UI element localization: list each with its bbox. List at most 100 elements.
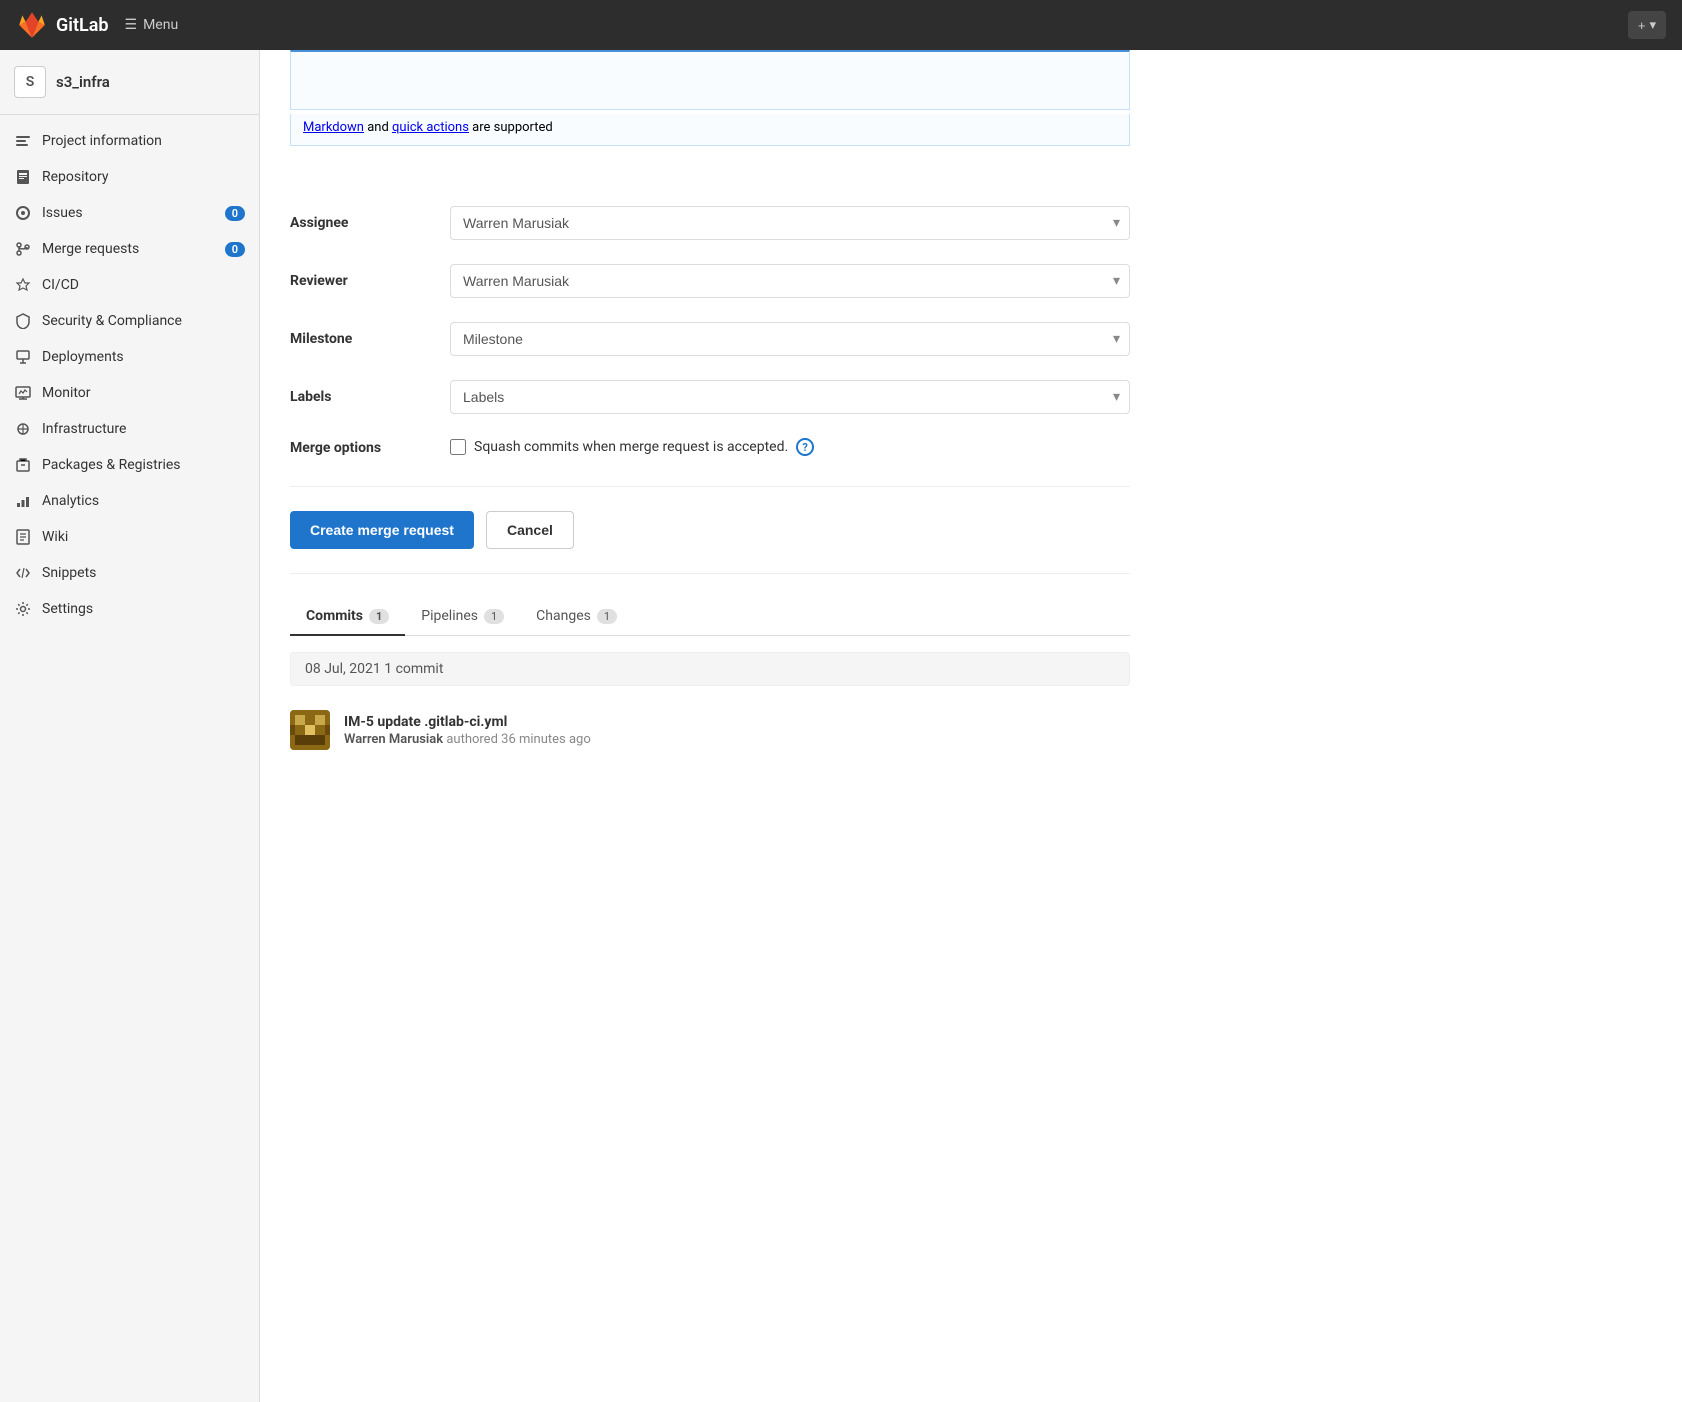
gitlab-fox-icon <box>16 9 48 41</box>
assignee-row: Assignee Warren Marusiak ▾ <box>290 206 1130 240</box>
sidebar-navigation: Project information Repository Issues 0 <box>0 115 259 635</box>
sidebar-item-deployments[interactable]: Deployments <box>0 339 259 375</box>
tab-pipelines-count: 1 <box>484 609 504 624</box>
gitlab-logo[interactable]: GitLab <box>16 9 109 41</box>
info-icon <box>14 132 32 150</box>
sidebar-item-cicd[interactable]: CI/CD <box>0 267 259 303</box>
project-name: s3_infra <box>56 73 110 91</box>
shield-icon <box>14 312 32 330</box>
sidebar-label-security-compliance: Security & Compliance <box>42 313 245 329</box>
content-inner: Markdown and quick actions are supported… <box>260 50 1160 802</box>
issues-icon <box>14 204 32 222</box>
labels-row: Labels Labels ▾ <box>290 380 1130 414</box>
labels-select-wrapper: Labels ▾ <box>450 380 1130 414</box>
tab-changes[interactable]: Changes 1 <box>520 598 633 636</box>
sidebar-item-analytics[interactable]: Analytics <box>0 483 259 519</box>
monitor-icon <box>14 384 32 402</box>
sidebar-label-monitor: Monitor <box>42 385 245 401</box>
analytics-icon <box>14 492 32 510</box>
tab-pipelines[interactable]: Pipelines 1 <box>405 598 520 636</box>
sidebar-item-monitor[interactable]: Monitor <box>0 375 259 411</box>
avatar-image <box>290 710 330 750</box>
top-navigation: GitLab ☰ Menu + ▾ <box>0 0 1682 50</box>
tab-pipelines-label: Pipelines <box>421 608 478 624</box>
project-header[interactable]: S s3_infra <box>0 50 259 115</box>
milestone-select-wrapper: Milestone ▾ <box>450 322 1130 356</box>
merge-options-label: Merge options <box>290 438 450 456</box>
commit-item: IM-5 update .gitlab-ci.yml Warren Marusi… <box>290 698 1130 762</box>
sidebar-item-settings[interactable]: Settings <box>0 591 259 627</box>
sidebar-label-packages-registries: Packages & Registries <box>42 457 245 473</box>
new-item-button[interactable]: + ▾ <box>1628 11 1666 39</box>
quick-actions-link[interactable]: quick actions <box>392 120 469 135</box>
reviewer-label: Reviewer <box>290 273 450 289</box>
sidebar-label-repository: Repository <box>42 169 245 185</box>
sidebar-label-settings: Settings <box>42 601 245 617</box>
sidebar-item-wiki[interactable]: Wiki <box>0 519 259 555</box>
squash-checkbox[interactable] <box>450 439 466 455</box>
tabs-navigation: Commits 1 Pipelines 1 Changes 1 <box>290 598 1130 636</box>
sidebar-item-repository[interactable]: Repository <box>0 159 259 195</box>
merge-options-content: Squash commits when merge request is acc… <box>450 438 814 456</box>
merge-options-row: Merge options Squash commits when merge … <box>290 438 1130 456</box>
tab-commits[interactable]: Commits 1 <box>290 598 405 636</box>
reviewer-row: Reviewer Warren Marusiak ▾ <box>290 264 1130 298</box>
sidebar-item-snippets[interactable]: Snippets <box>0 555 259 591</box>
commit-avatar <box>290 710 330 750</box>
sidebar-label-analytics: Analytics <box>42 493 245 509</box>
infrastructure-icon <box>14 420 32 438</box>
packages-icon <box>14 456 32 474</box>
issues-badge: 0 <box>225 206 245 221</box>
tab-changes-label: Changes <box>536 608 591 624</box>
assignee-control: Warren Marusiak ▾ <box>450 206 1130 240</box>
deployments-icon <box>14 348 32 366</box>
reviewer-select-wrapper: Warren Marusiak ▾ <box>450 264 1130 298</box>
labels-select[interactable]: Labels <box>450 380 1130 414</box>
settings-icon <box>14 600 32 618</box>
help-icon[interactable]: ? <box>796 438 814 456</box>
topnav-right: + ▾ <box>1628 11 1666 39</box>
actions-section: Create merge request Cancel <box>290 487 1130 574</box>
sidebar-item-project-information[interactable]: Project information <box>0 123 259 159</box>
labels-control: Labels ▾ <box>450 380 1130 414</box>
brand-name: GitLab <box>56 15 109 36</box>
wiki-icon <box>14 528 32 546</box>
markdown-hint: Markdown and quick actions are supported <box>290 114 1130 146</box>
hamburger-icon: ☰ <box>125 17 138 33</box>
menu-label: Menu <box>143 17 178 33</box>
plus-icon: + <box>1638 18 1646 33</box>
form-section: Assignee Warren Marusiak ▾ Reviewer <box>290 176 1130 487</box>
reviewer-control: Warren Marusiak ▾ <box>450 264 1130 298</box>
milestone-row: Milestone Milestone ▾ <box>290 322 1130 356</box>
assignee-label: Assignee <box>290 215 450 231</box>
sidebar-item-merge-requests[interactable]: Merge requests 0 <box>0 231 259 267</box>
markdown-link[interactable]: Markdown <box>303 120 364 135</box>
merge-requests-badge: 0 <box>225 242 245 257</box>
cancel-button[interactable]: Cancel <box>486 511 574 549</box>
sidebar-item-issues[interactable]: Issues 0 <box>0 195 259 231</box>
create-merge-request-button[interactable]: Create merge request <box>290 511 474 549</box>
commit-author: Warren Marusiak <box>344 732 443 747</box>
squash-label: Squash commits when merge request is acc… <box>474 439 788 455</box>
commits-section: 08 Jul, 2021 1 commit <box>290 636 1130 762</box>
milestone-control: Milestone ▾ <box>450 322 1130 356</box>
sidebar-item-security-compliance[interactable]: Security & Compliance <box>0 303 259 339</box>
commit-time: authored 36 minutes ago <box>443 732 591 747</box>
tab-commits-count: 1 <box>369 609 389 624</box>
sidebar-label-deployments: Deployments <box>42 349 245 365</box>
sidebar-item-packages-registries[interactable]: Packages & Registries <box>0 447 259 483</box>
menu-button[interactable]: ☰ Menu <box>125 17 179 33</box>
commit-info: IM-5 update .gitlab-ci.yml Warren Marusi… <box>344 714 591 747</box>
dropdown-chevron-icon: ▾ <box>1649 17 1656 33</box>
snippets-icon <box>14 564 32 582</box>
reviewer-select[interactable]: Warren Marusiak <box>450 264 1130 298</box>
milestone-select[interactable]: Milestone <box>450 322 1130 356</box>
merge-icon <box>14 240 32 258</box>
main-content: Markdown and quick actions are supported… <box>260 50 1682 1402</box>
editor-area[interactable] <box>290 50 1130 110</box>
sidebar-item-infrastructure[interactable]: Infrastructure <box>0 411 259 447</box>
commit-title: IM-5 update .gitlab-ci.yml <box>344 714 591 730</box>
sidebar-label-infrastructure: Infrastructure <box>42 421 245 437</box>
sidebar-label-issues: Issues <box>42 205 215 221</box>
assignee-select[interactable]: Warren Marusiak <box>450 206 1130 240</box>
